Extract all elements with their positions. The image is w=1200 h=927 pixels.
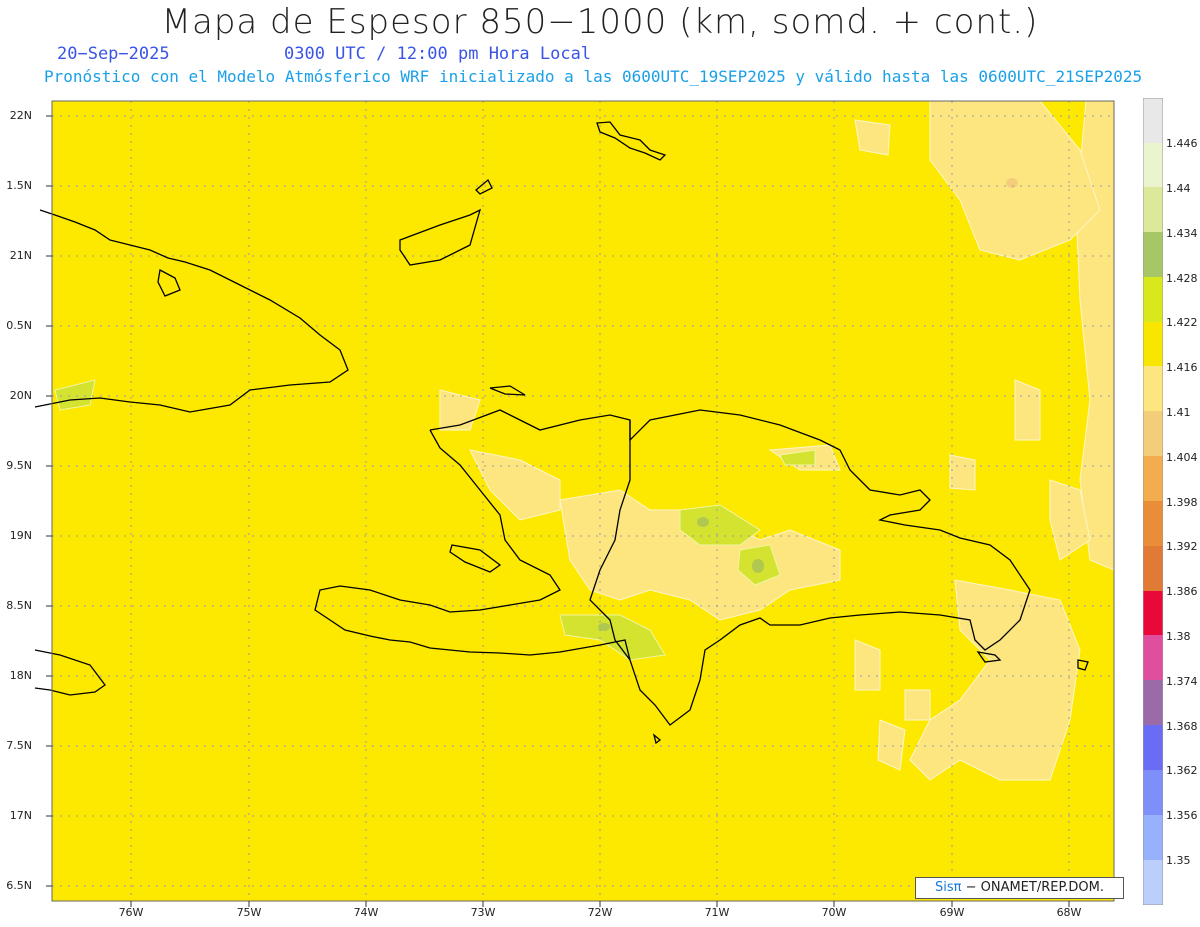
colorbar-swatch — [1143, 725, 1163, 770]
colorbar-swatch — [1143, 322, 1163, 366]
lat-label-17n: 17N — [9, 809, 32, 822]
colorbar — [1143, 98, 1163, 905]
credit-text: − ONAMET/REP.DOM. — [961, 880, 1104, 895]
colorbar-label: 1.446 — [1166, 137, 1198, 150]
lat-label-22n: 22N — [9, 109, 32, 122]
map-panel — [34, 100, 1115, 907]
colorbar-swatch — [1143, 456, 1163, 501]
colorbar-swatch — [1143, 277, 1163, 322]
lat-label-19-5n: 9.5N — [6, 459, 32, 472]
lat-label-20-5n: 0.5N — [6, 319, 32, 332]
lat-label-20n: 20N — [9, 389, 32, 402]
colorbar-swatch — [1143, 770, 1163, 815]
credit-box: Sisπ − ONAMET/REP.DOM. — [915, 877, 1124, 899]
lon-label-75w: 75W — [236, 906, 262, 919]
sispi-logo-text: Sisπ — [934, 880, 962, 895]
colorbar-label: 1.422 — [1166, 316, 1198, 329]
colorbar-swatch — [1143, 232, 1163, 277]
colorbar-label: 1.434 — [1166, 227, 1198, 240]
lon-label-76w: 76W — [118, 906, 144, 919]
colorbar-label: 1.374 — [1166, 675, 1198, 688]
lat-label-17-5n: 7.5N — [6, 739, 32, 752]
colorbar-swatch — [1143, 546, 1163, 591]
colorbar-label: 1.44 — [1166, 182, 1191, 195]
lat-label-16-5n: 6.5N — [6, 879, 32, 892]
colorbar-label: 1.386 — [1166, 585, 1198, 598]
colorbar-swatch — [1143, 143, 1163, 187]
colorbar-swatch — [1143, 591, 1163, 635]
lon-label-69w: 69W — [939, 906, 965, 919]
lon-label-68w: 68W — [1056, 906, 1082, 919]
lat-label-19n: 19N — [9, 529, 32, 542]
lon-label-72w: 72W — [587, 906, 613, 919]
lat-label-18n: 18N — [9, 669, 32, 682]
colorbar-label: 1.368 — [1166, 720, 1198, 733]
colorbar-label: 1.404 — [1166, 451, 1198, 464]
colorbar-swatch — [1143, 501, 1163, 546]
lon-label-70w: 70W — [821, 906, 847, 919]
lat-label-18-5n: 8.5N — [6, 599, 32, 612]
colorbar-swatch — [1143, 98, 1163, 143]
lon-label-71w: 71W — [704, 906, 730, 919]
colorbar-label: 1.428 — [1166, 272, 1198, 285]
lat-label-21-5n: 1.5N — [6, 179, 32, 192]
colorbar-swatch — [1143, 635, 1163, 680]
colorbar-swatch — [1143, 815, 1163, 860]
colorbar-label: 1.356 — [1166, 809, 1198, 822]
colorbar-swatch — [1143, 366, 1163, 411]
colorbar-swatch — [1143, 411, 1163, 456]
colorbar-label: 1.38 — [1166, 630, 1191, 643]
lat-label-21n: 21N — [9, 249, 32, 262]
colorbar-label: 1.416 — [1166, 361, 1198, 374]
colorbar-swatch — [1143, 187, 1163, 232]
colorbar-label: 1.41 — [1166, 406, 1191, 419]
colorbar-label: 1.362 — [1166, 764, 1198, 777]
colorbar-label: 1.398 — [1166, 496, 1198, 509]
colorbar-swatch — [1143, 680, 1163, 725]
colorbar-label: 1.392 — [1166, 540, 1198, 553]
lon-label-73w: 73W — [470, 906, 496, 919]
colorbar-label: 1.35 — [1166, 854, 1191, 867]
lon-label-74w: 74W — [353, 906, 379, 919]
colorbar-swatch — [1143, 860, 1163, 905]
